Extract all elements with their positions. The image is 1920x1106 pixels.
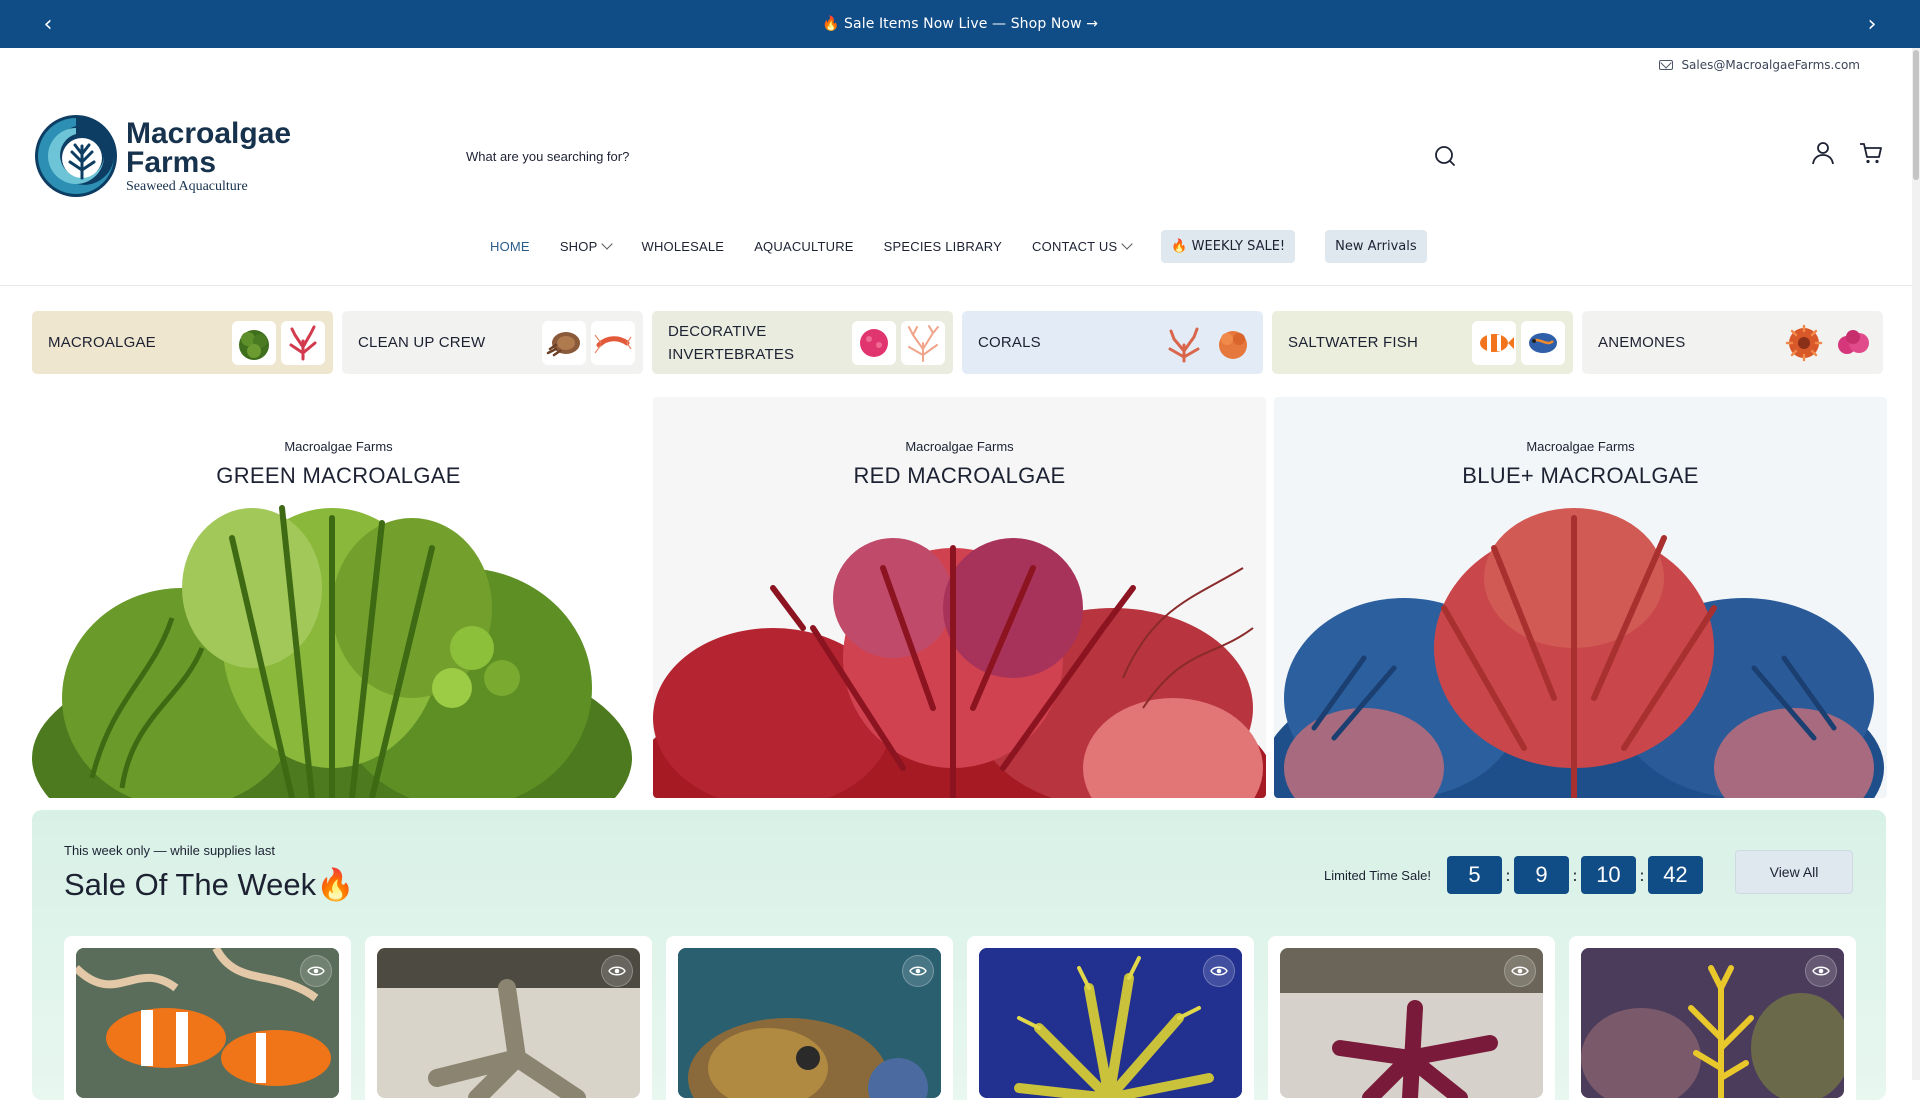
nav-item-contact-us[interactable]: CONTACT US <box>1032 238 1134 254</box>
hermit-crab-thumb <box>542 320 586 365</box>
nav-item-aquaculture[interactable]: AQUACULTURE <box>754 239 853 254</box>
main-navigation: HOME SHOP WHOLESALE AQUACULTURE SPECIES … <box>490 228 1457 264</box>
pink-sponge-thumb <box>852 320 896 365</box>
search-bar <box>466 138 1456 174</box>
product-image <box>678 948 941 1098</box>
product-card-yellow-feather-star[interactable] <box>967 936 1254 1106</box>
hero-green-macroalgae[interactable]: Macroalgae Farms GREEN MACROALGAE <box>32 397 645 798</box>
timer-separator: : <box>1639 865 1645 885</box>
search-input[interactable] <box>466 148 1366 164</box>
timer-separator: : <box>1572 865 1578 885</box>
logo-name-line2: Farms <box>126 145 217 179</box>
red-algae-image <box>653 538 1266 798</box>
category-decorative-invertebrates[interactable]: DECORATIVE INVERTEBRATES <box>652 311 953 374</box>
hero-red-macroalgae[interactable]: Macroalgae Farms RED MACROALGAE <box>653 397 1266 798</box>
eye-icon[interactable] <box>300 955 332 987</box>
coral-thumb-1 <box>1162 321 1206 365</box>
product-image <box>979 948 1242 1098</box>
chevron-down-icon <box>1121 238 1134 250</box>
timer-days: 5 <box>1446 856 1502 894</box>
logo-wave-icon <box>35 115 117 197</box>
product-image <box>1581 948 1844 1098</box>
product-card-sand-starfish[interactable] <box>365 936 652 1106</box>
nav-item-home[interactable]: HOME <box>490 239 530 254</box>
product-card-yellow-sea-cucumber[interactable] <box>1569 936 1856 1106</box>
chevron-down-icon <box>601 238 614 250</box>
hero-blue-macroalgae[interactable]: Macroalgae Farms BLUE+ MACROALGAE <box>1274 397 1887 798</box>
green-algae-image <box>32 505 632 798</box>
hero-brand: Macroalgae Farms <box>284 439 393 454</box>
eye-icon[interactable] <box>601 955 633 987</box>
timer-seconds: 42 <box>1647 856 1703 894</box>
orange-gorgonian-thumb <box>901 320 945 365</box>
pink-anemone-thumb <box>1831 321 1875 365</box>
green-algae-thumb <box>232 320 276 365</box>
announcement-bar: ‹ 🔥 Sale Items Now Live — Shop Now → › <box>0 0 1920 48</box>
category-corals[interactable]: CORALS <box>962 311 1263 374</box>
product-image <box>1280 948 1543 1098</box>
clownfish-thumb <box>1472 320 1516 365</box>
page-scrollbar[interactable] <box>1912 48 1920 1080</box>
utility-contact[interactable]: Sales@MacroalgaeFarms.com <box>1659 58 1860 72</box>
product-image <box>76 948 339 1098</box>
user-icon[interactable] <box>1810 140 1836 166</box>
product-card-clownfish[interactable] <box>64 936 351 1106</box>
eye-icon[interactable] <box>1203 955 1235 987</box>
announcement-message[interactable]: 🔥 Sale Items Now Live — Shop Now → <box>822 16 1098 32</box>
countdown-timer: Limited Time Sale! 5 : 9 : 10 : 42 <box>1324 856 1703 894</box>
category-saltwater-fish[interactable]: SALTWATER FISH <box>1272 311 1573 374</box>
sale-of-the-week-section: This week only — while supplies last Sal… <box>32 810 1886 1106</box>
red-algae-thumb <box>281 320 325 365</box>
product-card-red-starfish[interactable] <box>1268 936 1555 1106</box>
header-divider <box>0 285 1920 286</box>
hero-title: GREEN MACROALGAE <box>216 463 461 488</box>
email-link[interactable]: Sales@MacroalgaeFarms.com <box>1681 58 1860 72</box>
nav-item-wholesale[interactable]: WHOLESALE <box>641 239 724 254</box>
eye-icon[interactable] <box>1504 955 1536 987</box>
hero-brand: Macroalgae Farms <box>905 439 1014 454</box>
shrimp-thumb <box>591 320 635 365</box>
mail-icon <box>1659 60 1674 70</box>
timer-separator: : <box>1505 865 1511 885</box>
eye-icon[interactable] <box>902 955 934 987</box>
product-image <box>377 948 640 1098</box>
orange-anemone-thumb <box>1782 321 1826 365</box>
nav-item-shop[interactable]: SHOP <box>560 238 614 254</box>
blue-algae-image <box>1274 508 1884 798</box>
nav-item-species-library[interactable]: SPECIES LIBRARY <box>884 239 1002 254</box>
eye-icon[interactable] <box>1805 955 1837 987</box>
logo-name-line1: Macroalgae <box>126 116 292 150</box>
weekly-sale-button[interactable]: 🔥 WEEKLY SALE! <box>1161 229 1296 263</box>
site-logo[interactable]: Macroalgae Farms Seaweed Aquaculture <box>32 112 291 200</box>
hero-title: BLUE+ MACROALGAE <box>1462 463 1699 488</box>
hero-banners: Macroalgae Farms GREEN MACROALGAE Macroa… <box>32 397 1887 798</box>
mandarin-fish-thumb <box>1521 320 1565 365</box>
header-actions <box>1810 140 1884 166</box>
hero-title: RED MACROALGAE <box>853 463 1066 488</box>
timer-hours: 9 <box>1513 856 1569 894</box>
view-all-button[interactable]: View All <box>1735 850 1853 894</box>
coral-thumb-2 <box>1211 321 1255 365</box>
logo-tagline: Seaweed Aquaculture <box>126 178 248 194</box>
category-macroalgae[interactable]: MACROALGAE <box>32 311 333 374</box>
sale-products <box>64 936 1856 1106</box>
timer-minutes: 10 <box>1580 856 1636 894</box>
scrollbar-thumb[interactable] <box>1913 50 1919 180</box>
sale-kicker: This week only — while supplies last <box>64 843 275 858</box>
category-tiles: MACROALGAE CLEAN UP CREW DECORATIVE INVE… <box>32 311 1883 374</box>
product-card-cuttlefish[interactable] <box>666 936 953 1106</box>
chevron-right-icon[interactable]: › <box>1856 8 1888 40</box>
category-clean-up-crew[interactable]: CLEAN UP CREW <box>342 311 643 374</box>
timer-label: Limited Time Sale! <box>1324 867 1431 883</box>
sale-heading: Sale Of The Week🔥 <box>64 867 355 902</box>
cart-icon[interactable] <box>1858 140 1884 166</box>
category-anemones[interactable]: ANEMONES <box>1582 311 1883 374</box>
hero-brand: Macroalgae Farms <box>1526 439 1635 454</box>
chevron-left-icon[interactable]: ‹ <box>32 8 64 40</box>
new-arrivals-button[interactable]: New Arrivals <box>1325 229 1427 263</box>
search-icon[interactable] <box>1432 143 1458 169</box>
